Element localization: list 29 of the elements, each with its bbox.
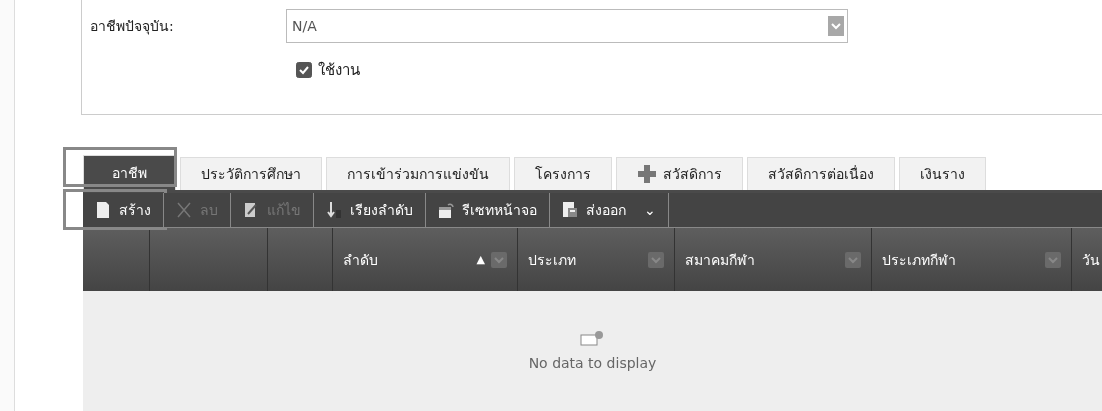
tab[interactable]: การเข้าร่วมการแข่งขัน <box>326 157 510 190</box>
occupation-select[interactable]: N/A <box>286 9 848 43</box>
tab[interactable]: เงินราง <box>899 157 986 190</box>
column-header[interactable]: ลำดับ <box>343 248 477 271</box>
close-icon <box>176 201 192 219</box>
tab[interactable]: ประวัติการศึกษา <box>180 157 322 190</box>
window-icon <box>438 201 454 219</box>
filter-icon[interactable] <box>1045 251 1061 268</box>
filter-icon[interactable] <box>491 251 507 268</box>
page-icon <box>95 201 111 219</box>
column-header[interactable]: สมาคมกีฬา <box>685 248 845 271</box>
field-label: อาชีพปัจจุบัน: <box>90 17 175 37</box>
sort-icon <box>326 201 342 219</box>
empty-message: No data to display <box>528 355 657 371</box>
column-header[interactable]: ประเภท <box>528 248 648 271</box>
column-header[interactable]: วัน <box>1082 248 1102 271</box>
export-icon <box>562 201 578 219</box>
tab[interactable]: โครงการ <box>514 157 612 190</box>
filter-icon[interactable] <box>648 251 664 268</box>
sort-indicator: ▲ <box>476 253 485 266</box>
edit-icon <box>243 201 259 219</box>
tab[interactable]: สวัสดิการ <box>616 157 743 190</box>
checkbox-icon[interactable] <box>296 62 312 78</box>
filter-icon[interactable] <box>845 251 861 268</box>
active-checkbox[interactable]: ใช้งาน <box>296 58 360 82</box>
tab[interactable]: สวัสดิการต่อเนื่อง <box>747 157 895 190</box>
column-header[interactable]: ประเภทกีฬา <box>882 248 1045 271</box>
empty-data-icon <box>579 329 606 347</box>
cross-icon <box>637 164 657 184</box>
